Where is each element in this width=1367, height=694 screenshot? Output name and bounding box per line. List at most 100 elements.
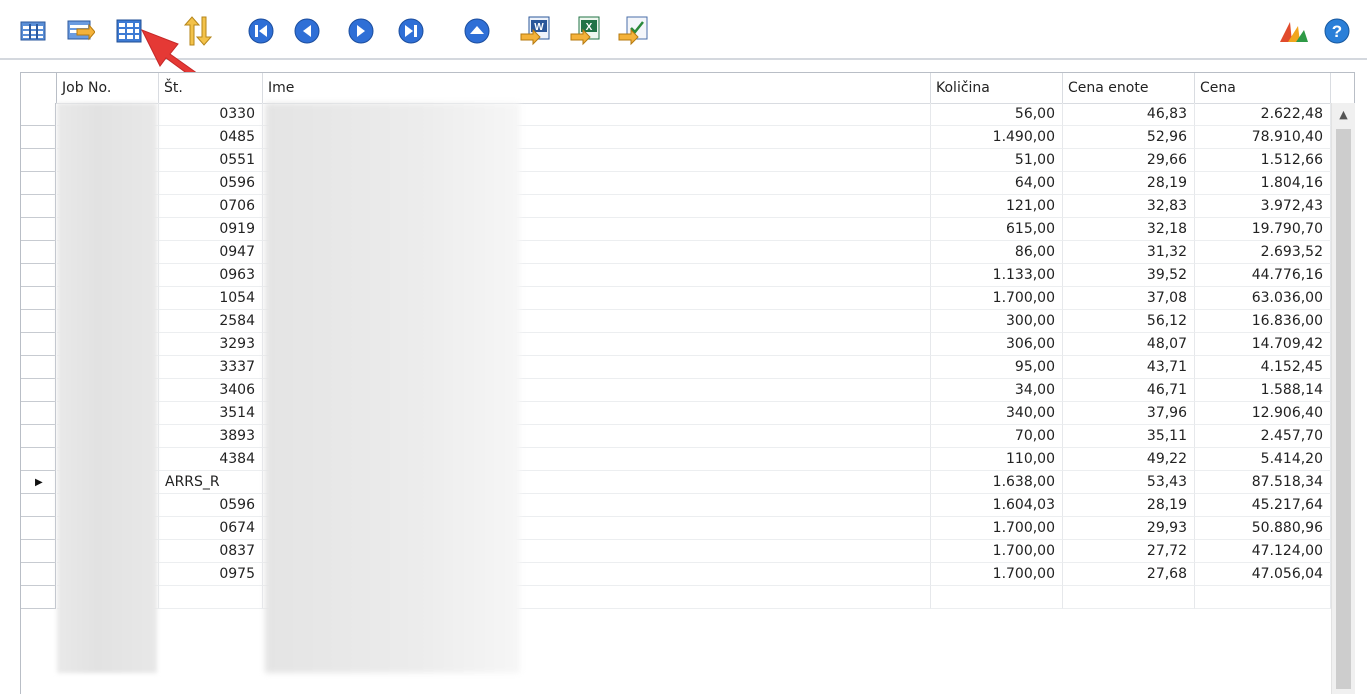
cell-cena[interactable]: 1.512,66 bbox=[1195, 149, 1331, 172]
cell-st[interactable]: ARRS_R bbox=[159, 471, 263, 494]
table-row[interactable]: 0963 1.133,00 39,52 44.776,16 bbox=[21, 264, 1331, 287]
table-row[interactable]: 0596 64,00 28,19 1.804,16 bbox=[21, 172, 1331, 195]
cell-kolicina[interactable]: 1.700,00 bbox=[931, 287, 1063, 310]
cell-st[interactable]: 0963 bbox=[159, 264, 263, 287]
cell-cena-enote[interactable]: 32,83 bbox=[1063, 195, 1195, 218]
cell-st[interactable]: 3893 bbox=[159, 425, 263, 448]
cell-cena-enote[interactable]: 48,07 bbox=[1063, 333, 1195, 356]
cell-st[interactable]: 0975 bbox=[159, 563, 263, 586]
cell-cena[interactable]: 4.152,45 bbox=[1195, 356, 1331, 379]
table-row[interactable]: 1054 1.700,00 37,08 63.036,00 bbox=[21, 287, 1331, 310]
cell-cena[interactable]: 12.906,40 bbox=[1195, 402, 1331, 425]
table-row[interactable]: 3514 340,00 37,96 12.906,40 bbox=[21, 402, 1331, 425]
row-selector[interactable] bbox=[21, 333, 56, 356]
scroll-up-icon[interactable]: ▲ bbox=[1332, 103, 1355, 126]
column-header-ime[interactable]: Ime bbox=[263, 73, 931, 103]
cell-st[interactable]: 3337 bbox=[159, 356, 263, 379]
cell-st[interactable]: 0674 bbox=[159, 517, 263, 540]
row-selector[interactable]: ▶ bbox=[21, 471, 56, 494]
table-row[interactable]: 0837 1.700,00 27,72 47.124,00 bbox=[21, 540, 1331, 563]
cell-cena-enote[interactable]: 39,52 bbox=[1063, 264, 1195, 287]
cell-kolicina[interactable]: 1.604,03 bbox=[931, 494, 1063, 517]
row-selector[interactable] bbox=[21, 448, 56, 471]
cell-kolicina[interactable]: 64,00 bbox=[931, 172, 1063, 195]
row-selector[interactable] bbox=[21, 540, 56, 563]
cell-kolicina[interactable]: 34,00 bbox=[931, 379, 1063, 402]
cell-kolicina[interactable]: 1.490,00 bbox=[931, 126, 1063, 149]
cell-kolicina[interactable]: 1.700,00 bbox=[931, 540, 1063, 563]
column-header-job-no[interactable]: Job No. bbox=[57, 73, 159, 103]
table-row[interactable]: 0674 1.700,00 29,93 50.880,96 bbox=[21, 517, 1331, 540]
cell-st[interactable]: 0485 bbox=[159, 126, 263, 149]
row-selector[interactable] bbox=[21, 586, 56, 609]
row-selector[interactable] bbox=[21, 126, 56, 149]
column-header-kolicina[interactable]: Količina bbox=[931, 73, 1063, 103]
cell-st[interactable]: 0596 bbox=[159, 494, 263, 517]
cell-cena-enote[interactable] bbox=[1063, 586, 1195, 609]
table-row[interactable]: 3406 34,00 46,71 1.588,14 bbox=[21, 379, 1331, 402]
cell-cena-enote[interactable]: 43,71 bbox=[1063, 356, 1195, 379]
last-record-icon[interactable] bbox=[396, 14, 426, 48]
row-selector[interactable] bbox=[21, 425, 56, 448]
cell-cena[interactable]: 1.804,16 bbox=[1195, 172, 1331, 195]
cell-cena[interactable]: 2.457,70 bbox=[1195, 425, 1331, 448]
table-row[interactable]: 3293 306,00 48,07 14.709,42 bbox=[21, 333, 1331, 356]
table-row[interactable]: 0485 1.490,00 52,96 78.910,40 bbox=[21, 126, 1331, 149]
table-row[interactable]: 4384 110,00 49,22 5.414,20 bbox=[21, 448, 1331, 471]
cell-cena-enote[interactable]: 53,43 bbox=[1063, 471, 1195, 494]
table-row[interactable]: 0947 86,00 31,32 2.693,52 bbox=[21, 241, 1331, 264]
cell-cena-enote[interactable]: 46,83 bbox=[1063, 103, 1195, 126]
cell-st[interactable]: 3406 bbox=[159, 379, 263, 402]
row-selector[interactable] bbox=[21, 379, 56, 402]
cell-cena-enote[interactable]: 46,71 bbox=[1063, 379, 1195, 402]
cell-st[interactable]: 0919 bbox=[159, 218, 263, 241]
cell-st[interactable]: 0706 bbox=[159, 195, 263, 218]
cell-cena[interactable]: 50.880,96 bbox=[1195, 517, 1331, 540]
row-selector[interactable] bbox=[21, 517, 56, 540]
table-row[interactable]: 0919 615,00 32,18 19.790,70 bbox=[21, 218, 1331, 241]
table-row[interactable]: 3337 95,00 43,71 4.152,45 bbox=[21, 356, 1331, 379]
row-selector[interactable] bbox=[21, 287, 56, 310]
row-selector[interactable] bbox=[21, 195, 56, 218]
cell-cena-enote[interactable]: 56,12 bbox=[1063, 310, 1195, 333]
cell-st[interactable]: 1054 bbox=[159, 287, 263, 310]
cell-st[interactable]: 0551 bbox=[159, 149, 263, 172]
column-header-cena[interactable]: Cena bbox=[1195, 73, 1331, 103]
cell-cena[interactable]: 78.910,40 bbox=[1195, 126, 1331, 149]
vertical-scrollbar[interactable]: ▲ bbox=[1331, 103, 1355, 694]
row-selector[interactable] bbox=[21, 241, 56, 264]
cell-cena[interactable]: 14.709,42 bbox=[1195, 333, 1331, 356]
cell-cena[interactable]: 44.776,16 bbox=[1195, 264, 1331, 287]
table-row[interactable]: 0330 56,00 46,83 2.622,48 bbox=[21, 103, 1331, 126]
scrollbar-thumb[interactable] bbox=[1336, 129, 1351, 689]
table-row[interactable] bbox=[21, 586, 1331, 609]
help-icon[interactable]: ? bbox=[1322, 14, 1352, 48]
cell-st[interactable]: 3514 bbox=[159, 402, 263, 425]
cell-kolicina[interactable]: 306,00 bbox=[931, 333, 1063, 356]
cell-kolicina[interactable]: 1.638,00 bbox=[931, 471, 1063, 494]
cell-cena-enote[interactable]: 32,18 bbox=[1063, 218, 1195, 241]
row-selector[interactable] bbox=[21, 149, 56, 172]
column-header-st[interactable]: Št. bbox=[159, 73, 263, 103]
cell-cena-enote[interactable]: 49,22 bbox=[1063, 448, 1195, 471]
send-to-task-icon[interactable] bbox=[616, 14, 650, 48]
cell-st[interactable]: 0596 bbox=[159, 172, 263, 195]
column-header-cena-enote[interactable]: Cena enote bbox=[1063, 73, 1195, 103]
cell-st[interactable]: 0837 bbox=[159, 540, 263, 563]
cell-cena[interactable]: 3.972,43 bbox=[1195, 195, 1331, 218]
cell-cena[interactable]: 63.036,00 bbox=[1195, 287, 1331, 310]
cell-kolicina[interactable]: 121,00 bbox=[931, 195, 1063, 218]
cell-kolicina[interactable]: 110,00 bbox=[931, 448, 1063, 471]
row-selector[interactable] bbox=[21, 218, 56, 241]
cell-st[interactable]: 3293 bbox=[159, 333, 263, 356]
cell-kolicina[interactable]: 1.133,00 bbox=[931, 264, 1063, 287]
table-row[interactable]: 0975 1.700,00 27,68 47.056,04 bbox=[21, 563, 1331, 586]
previous-record-icon[interactable] bbox=[292, 14, 322, 48]
send-to-excel-icon[interactable]: X bbox=[568, 14, 602, 48]
cell-cena[interactable]: 5.414,20 bbox=[1195, 448, 1331, 471]
cell-cena[interactable]: 87.518,34 bbox=[1195, 471, 1331, 494]
table-row[interactable]: 0596 1.604,03 28,19 45.217,64 bbox=[21, 494, 1331, 517]
cell-cena[interactable]: 47.124,00 bbox=[1195, 540, 1331, 563]
cell-kolicina[interactable]: 70,00 bbox=[931, 425, 1063, 448]
list-view-icon[interactable] bbox=[18, 14, 48, 48]
